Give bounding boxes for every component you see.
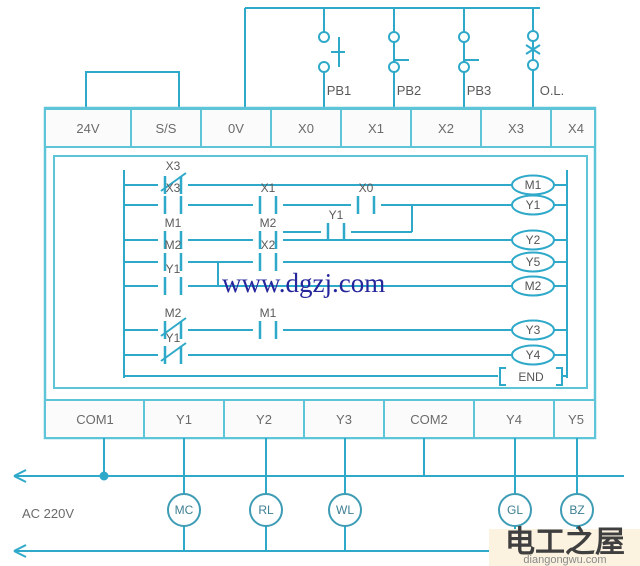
input-wiring-group [244, 7, 540, 108]
ol-bottom-terminal-dot [527, 59, 539, 71]
coil-y2[interactable]: Y2 [511, 229, 555, 251]
contact-y1-no[interactable]: Y1 [163, 262, 183, 295]
contact-y1-no-bars [163, 277, 183, 295]
end-bracket-left [499, 367, 506, 386]
coil-y2-label: Y2 [526, 233, 541, 247]
ol-label: O.L. [540, 83, 565, 98]
switch-overload[interactable] [525, 30, 541, 71]
terminal-y5[interactable]: Y5 [568, 412, 584, 427]
contact-y1b-no-bars [326, 223, 346, 241]
switch-pb2[interactable] [388, 31, 409, 73]
terminal-x4[interactable]: X4 [568, 121, 584, 136]
com1-junction-dot [99, 471, 109, 481]
pb2-label: PB2 [397, 83, 422, 98]
terminal-y4[interactable]: Y4 [506, 412, 522, 427]
pb1-top-terminal-dot [318, 31, 330, 43]
contact-m1b-no-label: M1 [260, 306, 277, 320]
coil-m1-label: M1 [525, 178, 542, 192]
top-terminal-row: 24V S/S 0V X0 X1 X2 X3 X4 [44, 108, 596, 148]
load-rl[interactable]: RL [249, 493, 283, 527]
load-wl[interactable]: WL [328, 493, 362, 527]
coil-m2[interactable]: M2 [511, 275, 555, 297]
coil-y4-label: Y4 [526, 348, 541, 362]
load-rl-label: RL [258, 503, 274, 517]
terminal-x2[interactable]: X2 [438, 121, 454, 136]
contact-x3-no[interactable]: X3 [163, 181, 183, 214]
terminal-y2[interactable]: Y2 [256, 412, 272, 427]
load-wl-label: WL [336, 503, 354, 517]
terminal-24v[interactable]: 24V [76, 121, 99, 136]
contact-m1b-no-bars [258, 321, 278, 339]
pb3-label: PB3 [467, 83, 492, 98]
coil-y3[interactable]: Y3 [511, 319, 555, 341]
contact-x1-no[interactable]: X1 [258, 181, 278, 214]
load-bz[interactable]: BZ [560, 493, 594, 527]
contact-x3-no-label: X3 [166, 181, 181, 195]
jumper-24v-ss [85, 71, 180, 108]
plc-diagram-svg: PB1 PB2 PB3 O.L. 24V S/S 0V X0 X1 X2 X3 … [13, 7, 640, 566]
ladder-end-block: END [499, 367, 567, 386]
coil-y1[interactable]: Y1 [511, 194, 555, 216]
contact-y1-no-label: Y1 [166, 262, 181, 276]
contact-x0-no[interactable]: X0 [356, 181, 376, 214]
contact-x3-nc-label: X3 [166, 159, 181, 173]
contact-m2-nc-label: M2 [165, 306, 182, 320]
terminal-com1[interactable]: COM1 [76, 412, 114, 427]
terminal-com2[interactable]: COM2 [410, 412, 448, 427]
pb2-top-terminal-dot [388, 31, 400, 43]
pb1-label: PB1 [327, 83, 352, 98]
load-gl[interactable]: GL [498, 493, 532, 527]
switch-pb3[interactable] [458, 31, 479, 73]
coil-y3-label: Y3 [526, 323, 541, 337]
coil-m1[interactable]: M1 [511, 174, 555, 196]
coil-m2-label: M2 [525, 279, 542, 293]
contact-x1-no-label: X1 [261, 181, 276, 195]
contact-y1b-no-label: Y1 [329, 208, 344, 222]
terminal-x1[interactable]: X1 [368, 121, 384, 136]
coil-y4[interactable]: Y4 [511, 344, 555, 366]
load-bz-label: BZ [569, 503, 584, 517]
watermark-corner-url: diangongwu.com [523, 554, 606, 566]
contact-x2-no[interactable]: X2 [258, 238, 278, 271]
plc-diagram-canvas: PB1 PB2 PB3 O.L. 24V S/S 0V X0 X1 X2 X3 … [0, 0, 640, 566]
coil-y5-label: Y5 [526, 255, 541, 269]
load-gl-label: GL [507, 503, 523, 517]
load-mc[interactable]: MC [167, 493, 201, 527]
coil-y5[interactable]: Y5 [511, 251, 555, 273]
pb1-bottom-terminal-dot [318, 61, 330, 73]
contact-m1-no-label: M1 [165, 216, 182, 230]
end-bracket-right [556, 367, 563, 386]
switch-pb1[interactable] [318, 31, 345, 73]
contact-x3-no-bars [163, 196, 183, 214]
watermark-corner: 电工之屋 diangongwu.com [489, 525, 640, 566]
contact-y1-nc-label: Y1 [166, 331, 181, 345]
end-label: END [518, 370, 544, 384]
pb3-bottom-terminal-dot [458, 61, 470, 73]
ac-power-label: AC 220V [22, 506, 74, 521]
load-mc-label: MC [175, 503, 194, 517]
contact-m2b-no-label: M2 [260, 216, 277, 230]
terminal-x0[interactable]: X0 [298, 121, 314, 136]
coil-y1-label: Y1 [526, 198, 541, 212]
ol-top-terminal-dot [527, 30, 539, 42]
bottom-terminal-row: COM1 Y1 Y2 Y3 COM2 Y4 Y5 [44, 399, 596, 439]
contact-x0-no-label: X0 [359, 181, 374, 195]
watermark-center: www.dgzj.com [222, 268, 385, 298]
terminal-y1[interactable]: Y1 [176, 412, 192, 427]
terminal-x3[interactable]: X3 [508, 121, 524, 136]
terminal-ss[interactable]: S/S [156, 121, 177, 136]
jumper-path [85, 71, 180, 108]
pb3-top-terminal-dot [458, 31, 470, 43]
contact-m1b-no[interactable]: M1 [258, 306, 278, 339]
contact-m2-no-label: M2 [165, 238, 182, 252]
contact-x1-no-bars [258, 196, 278, 214]
terminal-0v[interactable]: 0V [228, 121, 244, 136]
pb2-bottom-terminal-dot [388, 61, 400, 73]
contact-x2-no-label: X2 [261, 238, 276, 252]
contact-y1b-no[interactable]: Y1 [326, 208, 346, 241]
terminal-y3[interactable]: Y3 [336, 412, 352, 427]
contact-x0-no-bars [356, 196, 376, 214]
